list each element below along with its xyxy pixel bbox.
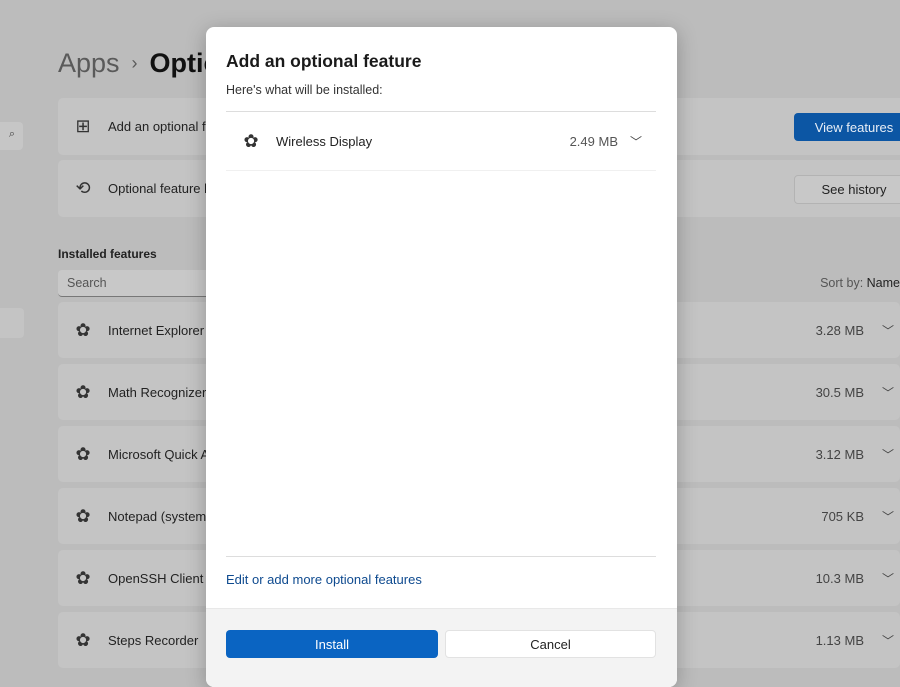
feature-size: 1.13 MB [815,632,864,648]
divider [226,556,656,557]
chevron-down-icon[interactable]: ﹀ [882,446,894,463]
add-grid-icon: ⊞ [75,116,91,136]
chevron-down-icon[interactable]: ﹀ [882,322,894,339]
chevron-down-icon[interactable]: ﹀ [882,508,894,525]
puzzle-icon: ✿ [75,381,91,402]
breadcrumb-separator: › [131,53,138,73]
feature-size: 3.12 MB [815,446,864,462]
installed-features-heading: Installed features [58,247,157,261]
history-icon: ⟲ [75,178,91,198]
feature-size: 2.49 MB [569,133,618,149]
puzzle-icon: ✿ [75,567,91,588]
install-button[interactable]: Install [226,630,438,658]
sort-dropdown[interactable]: Sort by: Name [820,276,900,290]
dialog-subtitle: Here's what will be installed: [226,83,383,97]
breadcrumb-parent[interactable]: Apps [58,48,120,78]
sidebar-search[interactable]: ⌕ [0,122,23,150]
sort-value: Name [866,276,900,290]
edit-features-link[interactable]: Edit or add more optional features [226,572,422,587]
add-optional-feature-dialog: Add an optional feature Here's what will… [206,27,677,687]
dialog-footer: Install Cancel [206,608,677,687]
sidebar-selected-item[interactable] [0,308,24,338]
dialog-title: Add an optional feature [226,51,422,71]
cancel-button[interactable]: Cancel [445,630,656,658]
puzzle-icon: ✿ [243,130,259,151]
chevron-down-icon[interactable]: ﹀ [882,632,894,649]
feature-name: Steps Recorder [108,632,199,648]
feature-size: 10.3 MB [815,570,864,586]
sort-label: Sort by: [820,276,864,290]
puzzle-icon: ✿ [75,443,91,464]
feature-size: 705 KB [821,508,864,524]
feature-name: Notepad (system) [108,508,211,524]
feature-size: 30.5 MB [815,384,864,400]
chevron-down-icon[interactable]: ﹀ [882,384,894,401]
chevron-down-icon[interactable]: ﹀ [630,133,642,150]
feature-name: OpenSSH Client [108,570,204,586]
feature-list-item[interactable]: ✿ Wireless Display 2.49 MB ﹀ [226,111,656,171]
view-features-button[interactable]: View features [794,113,900,141]
feature-name: Wireless Display [276,133,373,149]
search-icon: ⌕ [8,128,15,140]
feature-size: 3.28 MB [815,322,864,338]
puzzle-icon: ✿ [75,505,91,526]
chevron-down-icon[interactable]: ﹀ [882,570,894,587]
puzzle-icon: ✿ [75,629,91,650]
installed-search-input[interactable]: Search [58,270,218,297]
see-history-button[interactable]: See history [794,175,900,204]
feature-name: Math Recognizer [108,384,207,400]
puzzle-icon: ✿ [75,319,91,340]
